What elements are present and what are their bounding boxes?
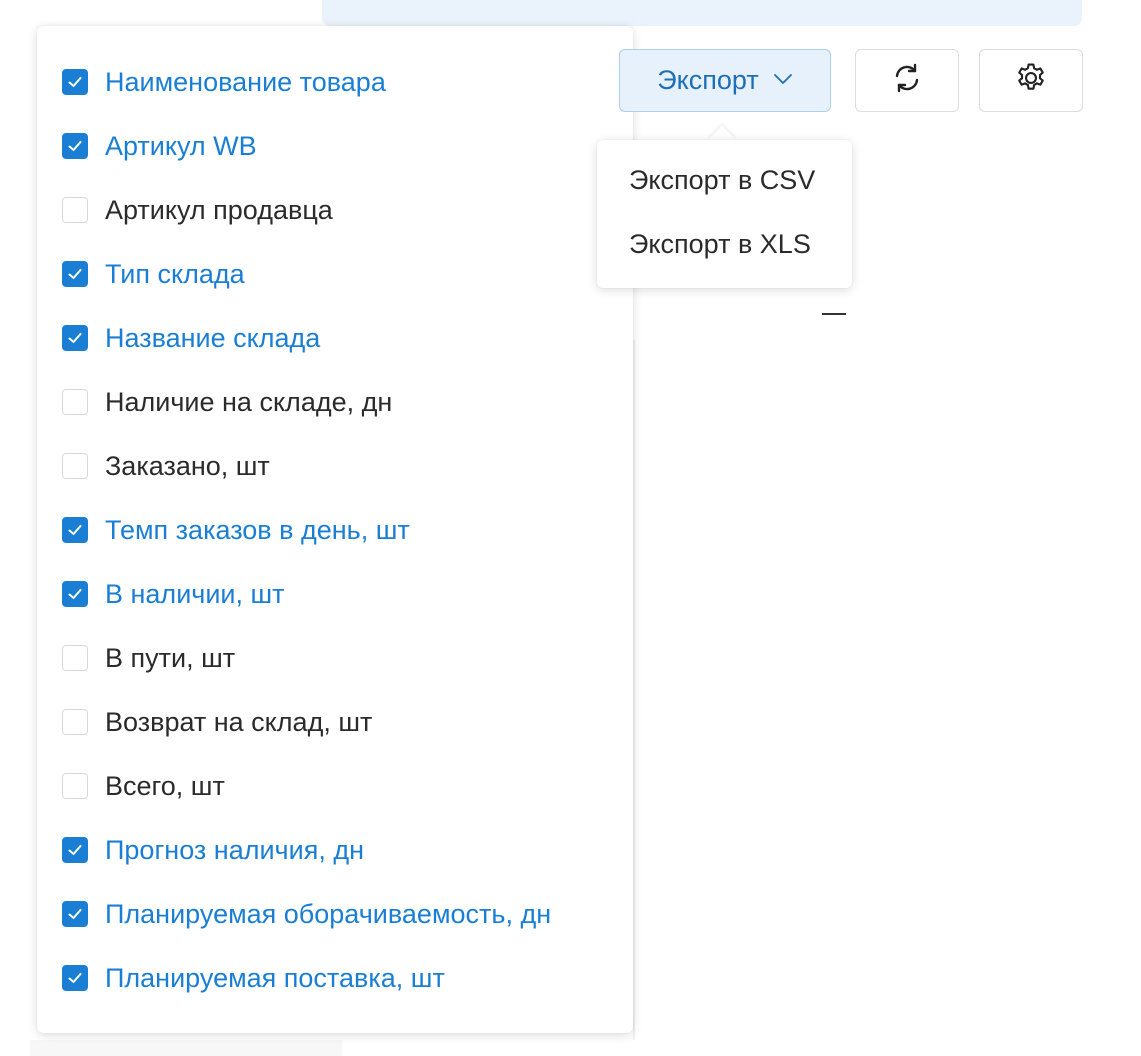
checkbox-checked[interactable] [62, 325, 88, 351]
checkbox-unchecked[interactable] [62, 709, 88, 735]
column-option-label: Артикул продавца [105, 195, 333, 225]
refresh-icon [891, 62, 923, 99]
column-option-label: Планируемая поставка, шт [105, 963, 445, 993]
checkbox-checked[interactable] [62, 261, 88, 287]
column-option[interactable]: Наименование товара [37, 50, 633, 114]
column-option[interactable]: Прогноз наличия, дн [37, 818, 633, 882]
column-option-label: Всего, шт [105, 771, 225, 801]
checkbox-checked[interactable] [62, 837, 88, 863]
checkmark-icon [68, 77, 82, 87]
settings-button[interactable] [979, 49, 1083, 112]
column-option[interactable]: Заказано, шт [37, 434, 633, 498]
column-option-label: В пути, шт [105, 643, 236, 673]
background-dash [822, 313, 846, 315]
column-option[interactable]: Наличие на складе, дн [37, 370, 633, 434]
column-option[interactable]: Возврат на склад, шт [37, 690, 633, 754]
export-button[interactable]: Экспорт [619, 49, 831, 112]
column-option-label: В наличии, шт [105, 579, 285, 609]
column-option-label: Название склада [105, 323, 321, 353]
column-option-label: Наименование товара [105, 67, 386, 97]
column-option-label: Наличие на складе, дн [105, 387, 393, 417]
checkbox-checked[interactable] [62, 901, 88, 927]
column-option-label: Артикул WB [105, 131, 257, 161]
top-banner [322, 0, 1082, 26]
checkmark-icon [68, 269, 82, 279]
checkmark-icon [68, 333, 82, 343]
export-button-label: Экспорт [657, 65, 759, 95]
column-option-label: Темп заказов в день, шт [105, 515, 410, 545]
column-option[interactable]: Артикул продавца [37, 178, 633, 242]
checkbox-checked[interactable] [62, 581, 88, 607]
chevron-down-icon [773, 72, 793, 90]
column-option[interactable]: Тип склада [37, 242, 633, 306]
checkmark-icon [68, 141, 82, 151]
column-option-label: Заказано, шт [105, 451, 270, 481]
checkbox-checked[interactable] [62, 133, 88, 159]
column-option[interactable]: Планируемая поставка, шт [37, 946, 633, 1010]
column-settings-panel: Наименование товара Артикул WB Артикул про… [37, 26, 633, 1033]
background-divider [633, 340, 635, 1040]
export-menu: Экспорт в CSV Экспорт в XLS [597, 140, 852, 288]
column-option[interactable]: Всего, шт [37, 754, 633, 818]
column-option[interactable]: Планируемая оборачиваемость, дн [37, 882, 633, 946]
checkbox-unchecked[interactable] [62, 773, 88, 799]
column-option[interactable]: В наличии, шт [37, 562, 633, 626]
checkmark-icon [68, 973, 82, 983]
export-csv-item[interactable]: Экспорт в CSV [597, 148, 852, 212]
checkbox-unchecked[interactable] [62, 453, 88, 479]
column-option[interactable]: Темп заказов в день, шт [37, 498, 633, 562]
checkbox-checked[interactable] [62, 965, 88, 991]
column-option-label: Прогноз наличия, дн [105, 835, 364, 865]
column-option-label: Возврат на склад, шт [105, 707, 373, 737]
checkbox-unchecked[interactable] [62, 197, 88, 223]
column-option[interactable]: Название склада [37, 306, 633, 370]
gear-icon [1014, 61, 1048, 100]
column-option[interactable]: Артикул WB [37, 114, 633, 178]
export-xls-item[interactable]: Экспорт в XLS [597, 212, 852, 276]
checkbox-checked[interactable] [62, 69, 88, 95]
checkbox-checked[interactable] [62, 517, 88, 543]
checkbox-unchecked[interactable] [62, 645, 88, 671]
checkmark-icon [68, 909, 82, 919]
refresh-button[interactable] [855, 49, 959, 112]
column-option-label: Планируемая оборачиваемость, дн [105, 899, 552, 929]
checkmark-icon [68, 845, 82, 855]
checkmark-icon [68, 525, 82, 535]
checkbox-unchecked[interactable] [62, 389, 88, 415]
checkmark-icon [68, 589, 82, 599]
background-divider [30, 1040, 342, 1056]
column-option[interactable]: В пути, шт [37, 626, 633, 690]
column-option-label: Тип склада [105, 259, 245, 289]
